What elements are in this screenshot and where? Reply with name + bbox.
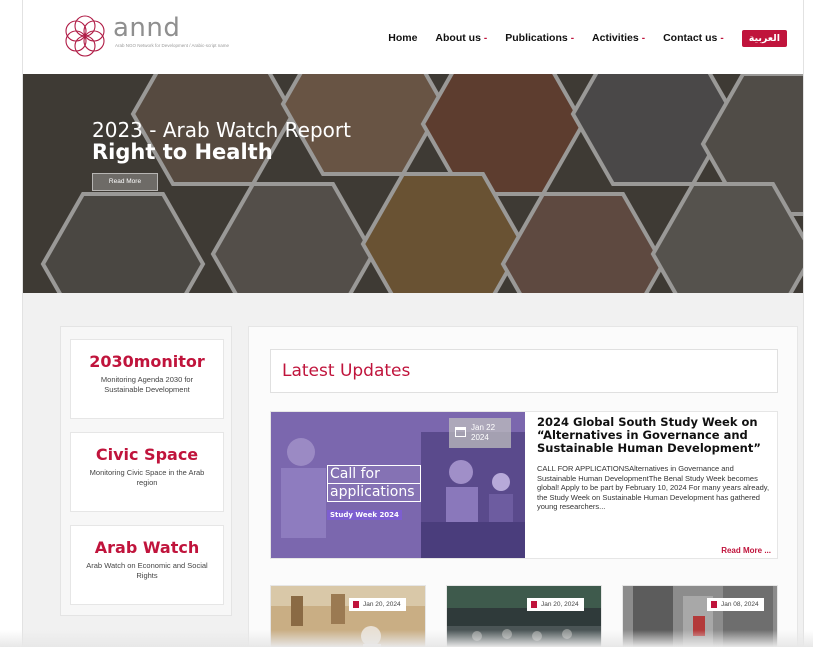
read-more-link[interactable]: Read More ... (721, 546, 771, 555)
latest-updates-panel: Latest Updates Jan 22 2024 Call for appl… (248, 326, 798, 647)
nav-home[interactable]: Home (388, 32, 417, 44)
hero-subtitle: Right to Health (92, 140, 273, 164)
post-card-date-badge: Jan 08, 2024 (707, 598, 764, 611)
featured-post-excerpt: CALL FOR APPLICATIONSAlternatives in Gov… (537, 464, 770, 512)
main-nav: Home About us - Publications - Activities -… (388, 28, 803, 48)
cfa-tag: Study Week 2024 (327, 510, 402, 520)
sidebar-card-description: Arab Watch on Economic and Social Rights (86, 561, 208, 580)
logo-rosette-icon (65, 15, 105, 57)
calendar-icon (711, 601, 717, 608)
post-card-date: Jan 20, 2024 (541, 601, 579, 608)
sidebar-card-title: Civic Space (95, 445, 199, 464)
nav-publications-label: Publications (505, 32, 568, 44)
featured-date-year: 2024 (471, 433, 489, 442)
cfa-line1: Call for (327, 465, 421, 483)
calendar-icon (353, 601, 359, 608)
latest-updates-header: Latest Updates (270, 349, 778, 393)
bottom-fade (0, 630, 813, 647)
dropdown-caret-icon: - (720, 33, 724, 44)
nav-activities-label: Activities (592, 32, 639, 44)
hero-read-more-button[interactable]: Read More (92, 173, 158, 191)
call-for-applications-overlay: Call for applications Study Week 2024 (327, 465, 421, 521)
sidebar-card-arab-watch[interactable]: Arab Watch Arab Watch on Economic and So… (70, 525, 224, 605)
dropdown-caret-icon: - (641, 33, 646, 44)
dropdown-caret-icon: - (483, 33, 488, 44)
nav-contact-us-label: Contact us (663, 32, 718, 44)
sidebar-card-2030monitor[interactable]: 2030monitor Monitoring Agenda 2030 for S… (70, 339, 224, 419)
featured-date-badge: Jan 22 2024 (449, 418, 511, 448)
featured-post-title[interactable]: 2024 Global South Study Week on “Alterna… (537, 416, 769, 455)
nav-home-label: Home (388, 32, 418, 44)
sidebar-card-description: Monitoring Agenda 2030 for Sustainable D… (100, 375, 194, 394)
calendar-icon (455, 427, 466, 437)
sidebar-card-title: 2030monitor (89, 352, 205, 371)
sidebar-card-civic-space[interactable]: Civic Space Monitoring Civic Space in th… (70, 432, 224, 512)
sidebar-card-description: Monitoring Civic Space in the Arab regio… (89, 468, 205, 487)
nav-about-us[interactable]: About us - (435, 32, 487, 44)
site-header: annd Arab NGO Network for Development / … (23, 0, 803, 74)
latest-updates-heading: Latest Updates (282, 361, 411, 381)
post-card-date-badge: Jan 20, 2024 (349, 598, 406, 611)
calendar-icon (531, 601, 537, 608)
featured-date-day: Jan 22 (471, 423, 496, 432)
post-card-date-badge: Jan 20, 2024 (527, 598, 584, 611)
post-card-date: Jan 20, 2024 (363, 601, 401, 608)
cfa-line2: applications (327, 483, 421, 502)
nav-contact-us[interactable]: Contact us - (663, 32, 724, 44)
sidebar-card-title: Arab Watch (94, 538, 200, 557)
sidebar: 2030monitor Monitoring Agenda 2030 for S… (60, 326, 232, 616)
site-logo[interactable]: annd Arab NGO Network for Development / … (61, 12, 261, 60)
featured-post: Jan 22 2024 Call for applications Study … (270, 411, 778, 559)
hero-title: 2023 - Arab Watch Report (92, 118, 351, 142)
hero-banner: 2023 - Arab Watch Report Right to Health… (23, 74, 803, 293)
nav-activities[interactable]: Activities - (592, 32, 645, 44)
logo-subtitle: Arab NGO Network for Development / Arabi… (115, 43, 230, 48)
nav-about-us-label: About us (435, 32, 481, 44)
language-switch-button[interactable]: العربية (741, 29, 787, 47)
nav-publications[interactable]: Publications - (505, 32, 574, 44)
featured-post-image[interactable]: Jan 22 2024 Call for applications Study … (271, 412, 525, 558)
post-card-date: Jan 08, 2024 (721, 601, 759, 608)
dropdown-caret-icon: - (570, 33, 575, 44)
page-frame: annd Arab NGO Network for Development / … (22, 0, 804, 647)
logo-wordmark: annd (113, 13, 181, 43)
